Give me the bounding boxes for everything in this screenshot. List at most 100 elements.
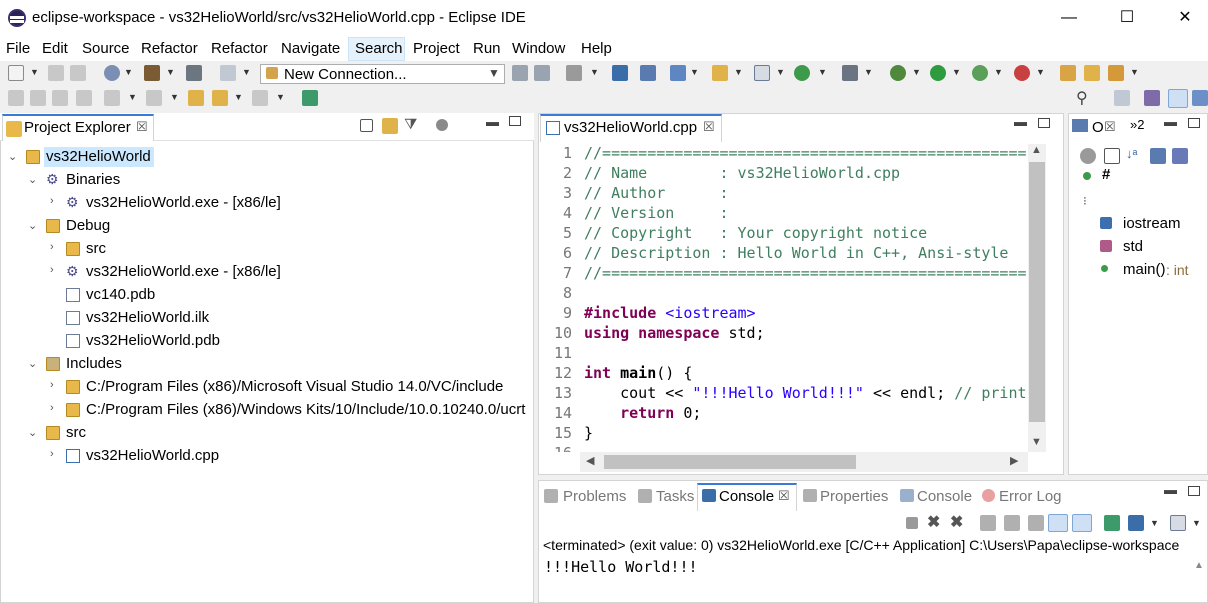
sync-icon[interactable] [220, 65, 236, 81]
chevron-down-icon[interactable]: ▼ [994, 67, 1003, 77]
tree-item-include-kits[interactable]: C:/Program Files (x86)/Windows Kits/10/I… [86, 401, 525, 418]
search-icon[interactable]: ⚲ [1076, 88, 1088, 108]
minimize-view-icon[interactable]: ▬ [486, 114, 499, 129]
scroll-right-icon[interactable]: ▶ [1010, 454, 1018, 467]
chevron-down-icon[interactable]: ▼ [128, 92, 137, 102]
terminate-icon[interactable] [906, 517, 918, 529]
maximize-button[interactable]: ☐ [1112, 6, 1142, 30]
chevron-down-icon[interactable]: ▼ [124, 67, 133, 77]
code-line[interactable]: // Name : vs32HelioWorld.cpp [584, 164, 900, 182]
scroll-up-icon[interactable]: ▲ [1031, 144, 1042, 156]
new-class-icon[interactable] [754, 65, 770, 81]
tree-item-vc140-pdb[interactable]: vc140.pdb [86, 286, 155, 303]
menu-run[interactable]: Run [473, 40, 501, 57]
tree-item-cpp[interactable]: vs32HelioWorld.cpp [86, 447, 219, 464]
tree-item-src[interactable]: src [66, 424, 86, 441]
new-project-icon[interactable] [670, 65, 686, 81]
collapse-chevron[interactable]: › [50, 264, 54, 276]
maximize-view-icon[interactable] [1038, 118, 1050, 128]
terminal-icon[interactable] [566, 65, 582, 81]
code-editor[interactable]: 1 //=====================================… [548, 144, 1026, 452]
connect-icon[interactable] [512, 65, 528, 81]
open-perspective-icon[interactable] [1114, 90, 1130, 106]
hash-icon[interactable]: # [1102, 166, 1110, 183]
outline-item-iostream[interactable]: iostream [1123, 215, 1181, 232]
resource-perspective-icon[interactable] [1192, 90, 1208, 106]
code-line[interactable]: // Description : Hello World in C++, Ans… [584, 244, 1008, 262]
tree-item-pdb[interactable]: vs32HelioWorld.pdb [86, 332, 220, 349]
outline-item-std[interactable]: std [1123, 238, 1143, 255]
open-folder-icon[interactable] [712, 65, 728, 81]
back-icon[interactable] [212, 90, 228, 106]
expand-chevron[interactable]: ⌄ [8, 150, 17, 163]
open-type-icon[interactable] [1060, 65, 1076, 81]
chevron-down-icon[interactable]: ▼ [952, 67, 961, 77]
show-stderr-icon[interactable] [1072, 514, 1092, 532]
chevron-down-icon[interactable]: ▼ [276, 92, 285, 102]
menu-help[interactable]: Help [581, 40, 612, 57]
chevron-down-icon[interactable]: ▼ [734, 67, 743, 77]
chevron-down-icon[interactable]: ▼ [242, 67, 251, 77]
binary-icon[interactable] [186, 65, 202, 81]
hide-fields-icon[interactable] [1150, 148, 1166, 164]
code-line[interactable]: cout << "!!!Hello World!!!" << endl; // … [584, 384, 1026, 402]
remove-launch-icon[interactable]: ✖ [927, 512, 940, 532]
pin-editor-icon[interactable] [302, 90, 318, 106]
tab-problems[interactable]: Problems [563, 488, 626, 505]
collapse-chevron[interactable]: › [50, 241, 54, 253]
link-editor-icon[interactable] [382, 118, 398, 134]
maximize-view-icon[interactable] [1188, 486, 1200, 496]
next-annotation-icon[interactable] [104, 90, 120, 106]
chevron-down-icon[interactable]: ▼ [234, 92, 243, 102]
tab-console-2[interactable]: Console [917, 488, 972, 505]
code-line[interactable]: // Author : [584, 184, 729, 202]
close-icon[interactable]: ☒ [778, 488, 790, 504]
hammer-icon[interactable] [144, 65, 160, 81]
scroll-lock-icon[interactable] [1004, 515, 1020, 531]
code-line[interactable]: using namespace std; [584, 324, 765, 342]
chevron-down-icon[interactable]: ▼ [30, 67, 39, 77]
collapse-all-icon[interactable] [1104, 148, 1120, 164]
public-member-icon[interactable] [1083, 172, 1091, 180]
close-icon[interactable]: ☒ [136, 119, 148, 135]
collapse-all-icon[interactable] [360, 119, 373, 132]
toggle-mark-icon[interactable] [30, 90, 46, 106]
more-icon[interactable]: ⁝ [1083, 194, 1087, 208]
chevron-down-icon[interactable]: ▼ [690, 67, 699, 77]
coverage-icon[interactable] [972, 65, 988, 81]
chevron-down-icon[interactable]: ▼ [1036, 67, 1045, 77]
collapse-chevron[interactable]: › [50, 448, 54, 460]
menu-search[interactable]: Search [355, 40, 403, 57]
close-icon[interactable]: ☒ [1104, 119, 1116, 135]
outline-item-main[interactable]: main() [1123, 261, 1166, 278]
scroll-down-icon[interactable]: ▼ [1031, 436, 1042, 448]
chevron-down-icon[interactable]: ▼ [1130, 67, 1139, 77]
chevron-down-icon[interactable]: ▼ [170, 92, 179, 102]
chevron-down-icon[interactable]: ▼ [166, 67, 175, 77]
tree-item-debug-exe[interactable]: vs32HelioWorld.exe - [x86/le] [86, 263, 281, 280]
tree-item-binaries[interactable]: Binaries [66, 171, 120, 188]
debug-icon[interactable] [890, 65, 906, 81]
more-views-label[interactable]: »2 [1130, 117, 1144, 132]
new-icon[interactable] [8, 65, 24, 81]
chevron-down-icon[interactable]: ▼ [488, 66, 500, 80]
tree-item-project[interactable]: vs32HelioWorld [46, 148, 151, 165]
menu-refactor[interactable]: Refactor [141, 40, 198, 57]
console-output[interactable]: !!!Hello World!!! [544, 558, 698, 576]
forward-icon[interactable] [252, 90, 268, 106]
pin-console-icon[interactable] [1104, 515, 1120, 531]
minimize-view-icon[interactable]: ▬ [1164, 114, 1177, 129]
display-console-icon[interactable] [1128, 515, 1144, 531]
expand-chevron[interactable]: ⌄ [28, 357, 37, 370]
tab-outline-label[interactable]: O [1092, 119, 1104, 136]
maximize-view-icon[interactable] [509, 116, 521, 126]
menu-refactor-2[interactable]: Refactor [211, 40, 268, 57]
minimize-view-icon[interactable]: ▬ [1164, 482, 1177, 497]
chevron-down-icon[interactable]: ▼ [912, 67, 921, 77]
tree-item-exe[interactable]: vs32HelioWorld.exe - [x86/le] [86, 194, 281, 211]
last-edit-icon[interactable] [188, 90, 204, 106]
code-line[interactable]: // Copyright : Your copyright notice [584, 224, 927, 242]
vertical-scroll-thumb[interactable] [1029, 162, 1045, 422]
tree-item-includes[interactable]: Includes [66, 355, 122, 372]
sort-az-icon[interactable]: ↓ᵃ [1126, 146, 1137, 161]
